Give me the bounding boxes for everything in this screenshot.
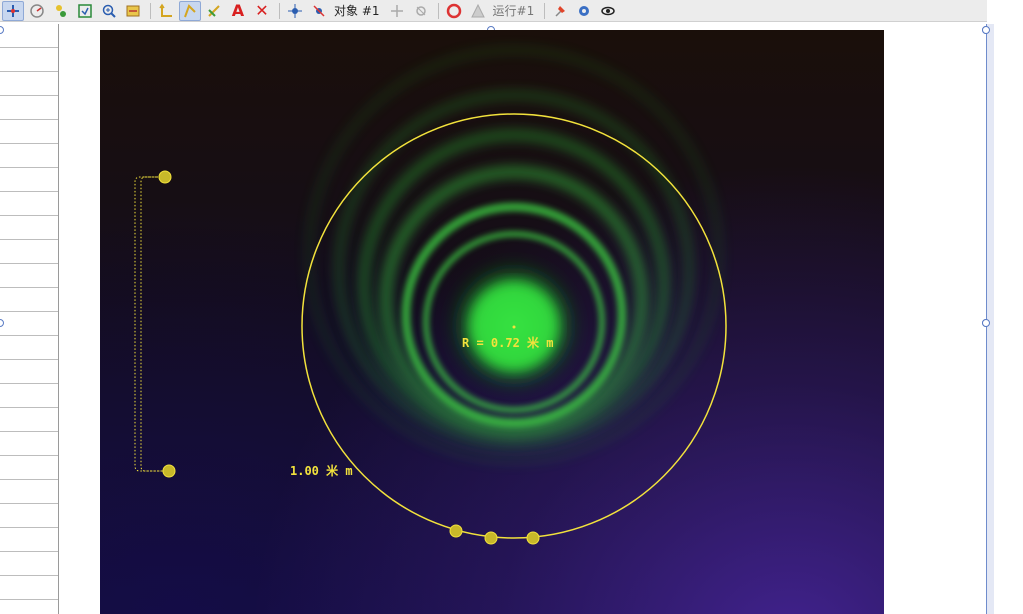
data-point[interactable] [526,531,540,545]
toolbar-separator [437,2,439,19]
toolbar: A ✕ 对象 #1 运行#1 [0,0,987,22]
table-row [0,528,58,552]
coordinate-axes-icon[interactable] [155,1,177,21]
table-row [0,24,58,48]
table-row [0,288,58,312]
eye-icon[interactable] [597,1,619,21]
zoom-icon[interactable] [98,1,120,21]
export-icon[interactable] [74,1,96,21]
table-row [0,456,58,480]
point-delete-icon[interactable] [308,1,330,21]
track-icon[interactable] [179,0,201,21]
table-row [0,384,58,408]
radius-label: R = 0.72 米 m [462,336,554,350]
text-A-icon[interactable]: A [227,1,249,21]
table-row [0,480,58,504]
disabled-track-icon [386,1,408,21]
table-row [0,240,58,264]
split-handle[interactable] [982,26,990,34]
table-row [0,168,58,192]
toolbar-separator [544,2,546,19]
table-row [0,432,58,456]
toolbar-separator [279,2,280,19]
table-row [0,216,58,240]
calibration-stick[interactable] [134,176,168,472]
point-mass-icon[interactable] [50,1,72,21]
data-point[interactable] [449,524,463,538]
disabled-shape-icon [467,1,489,21]
settings-icon[interactable] [573,1,595,21]
table-row [0,576,58,600]
table-row [0,552,58,576]
table-row [0,48,58,72]
axes-tool-icon[interactable] [2,0,24,21]
object-selector-label[interactable]: 对象 #1 [334,2,380,19]
data-point[interactable] [484,531,498,545]
data-table-strip[interactable] [0,24,59,614]
table-row [0,408,58,432]
calibration-end-point[interactable] [162,464,176,478]
calibration-end-point[interactable] [158,170,172,184]
calibration-length-label: 1.00 米 m [290,464,353,478]
circle-center-point[interactable] [512,325,516,329]
split-handle[interactable] [982,319,990,327]
toolbar-separator [150,2,151,19]
protractor-icon[interactable] [203,1,225,21]
table-row [0,120,58,144]
table-row [0,312,58,336]
table-row [0,504,58,528]
table-row [0,336,58,360]
pin-icon[interactable] [549,1,571,21]
table-row [0,144,58,168]
table-row [0,360,58,384]
tape-icon[interactable] [122,1,144,21]
table-row [0,72,58,96]
video-canvas[interactable] [100,30,884,614]
new-point-icon[interactable] [284,1,306,21]
delete-icon[interactable]: ✕ [251,1,273,21]
disabled-object-icon [410,1,432,21]
table-row [0,264,58,288]
run-selector-label[interactable]: 运行#1 [493,2,535,19]
table-row [0,192,58,216]
circle-fitter-icon[interactable] [443,1,465,21]
table-row [0,96,58,120]
calibration-icon[interactable] [26,1,48,21]
calibration-stick-inner [140,176,163,472]
video-frame[interactable]: R = 0.72 米 m 1.00 米 m [100,30,884,614]
